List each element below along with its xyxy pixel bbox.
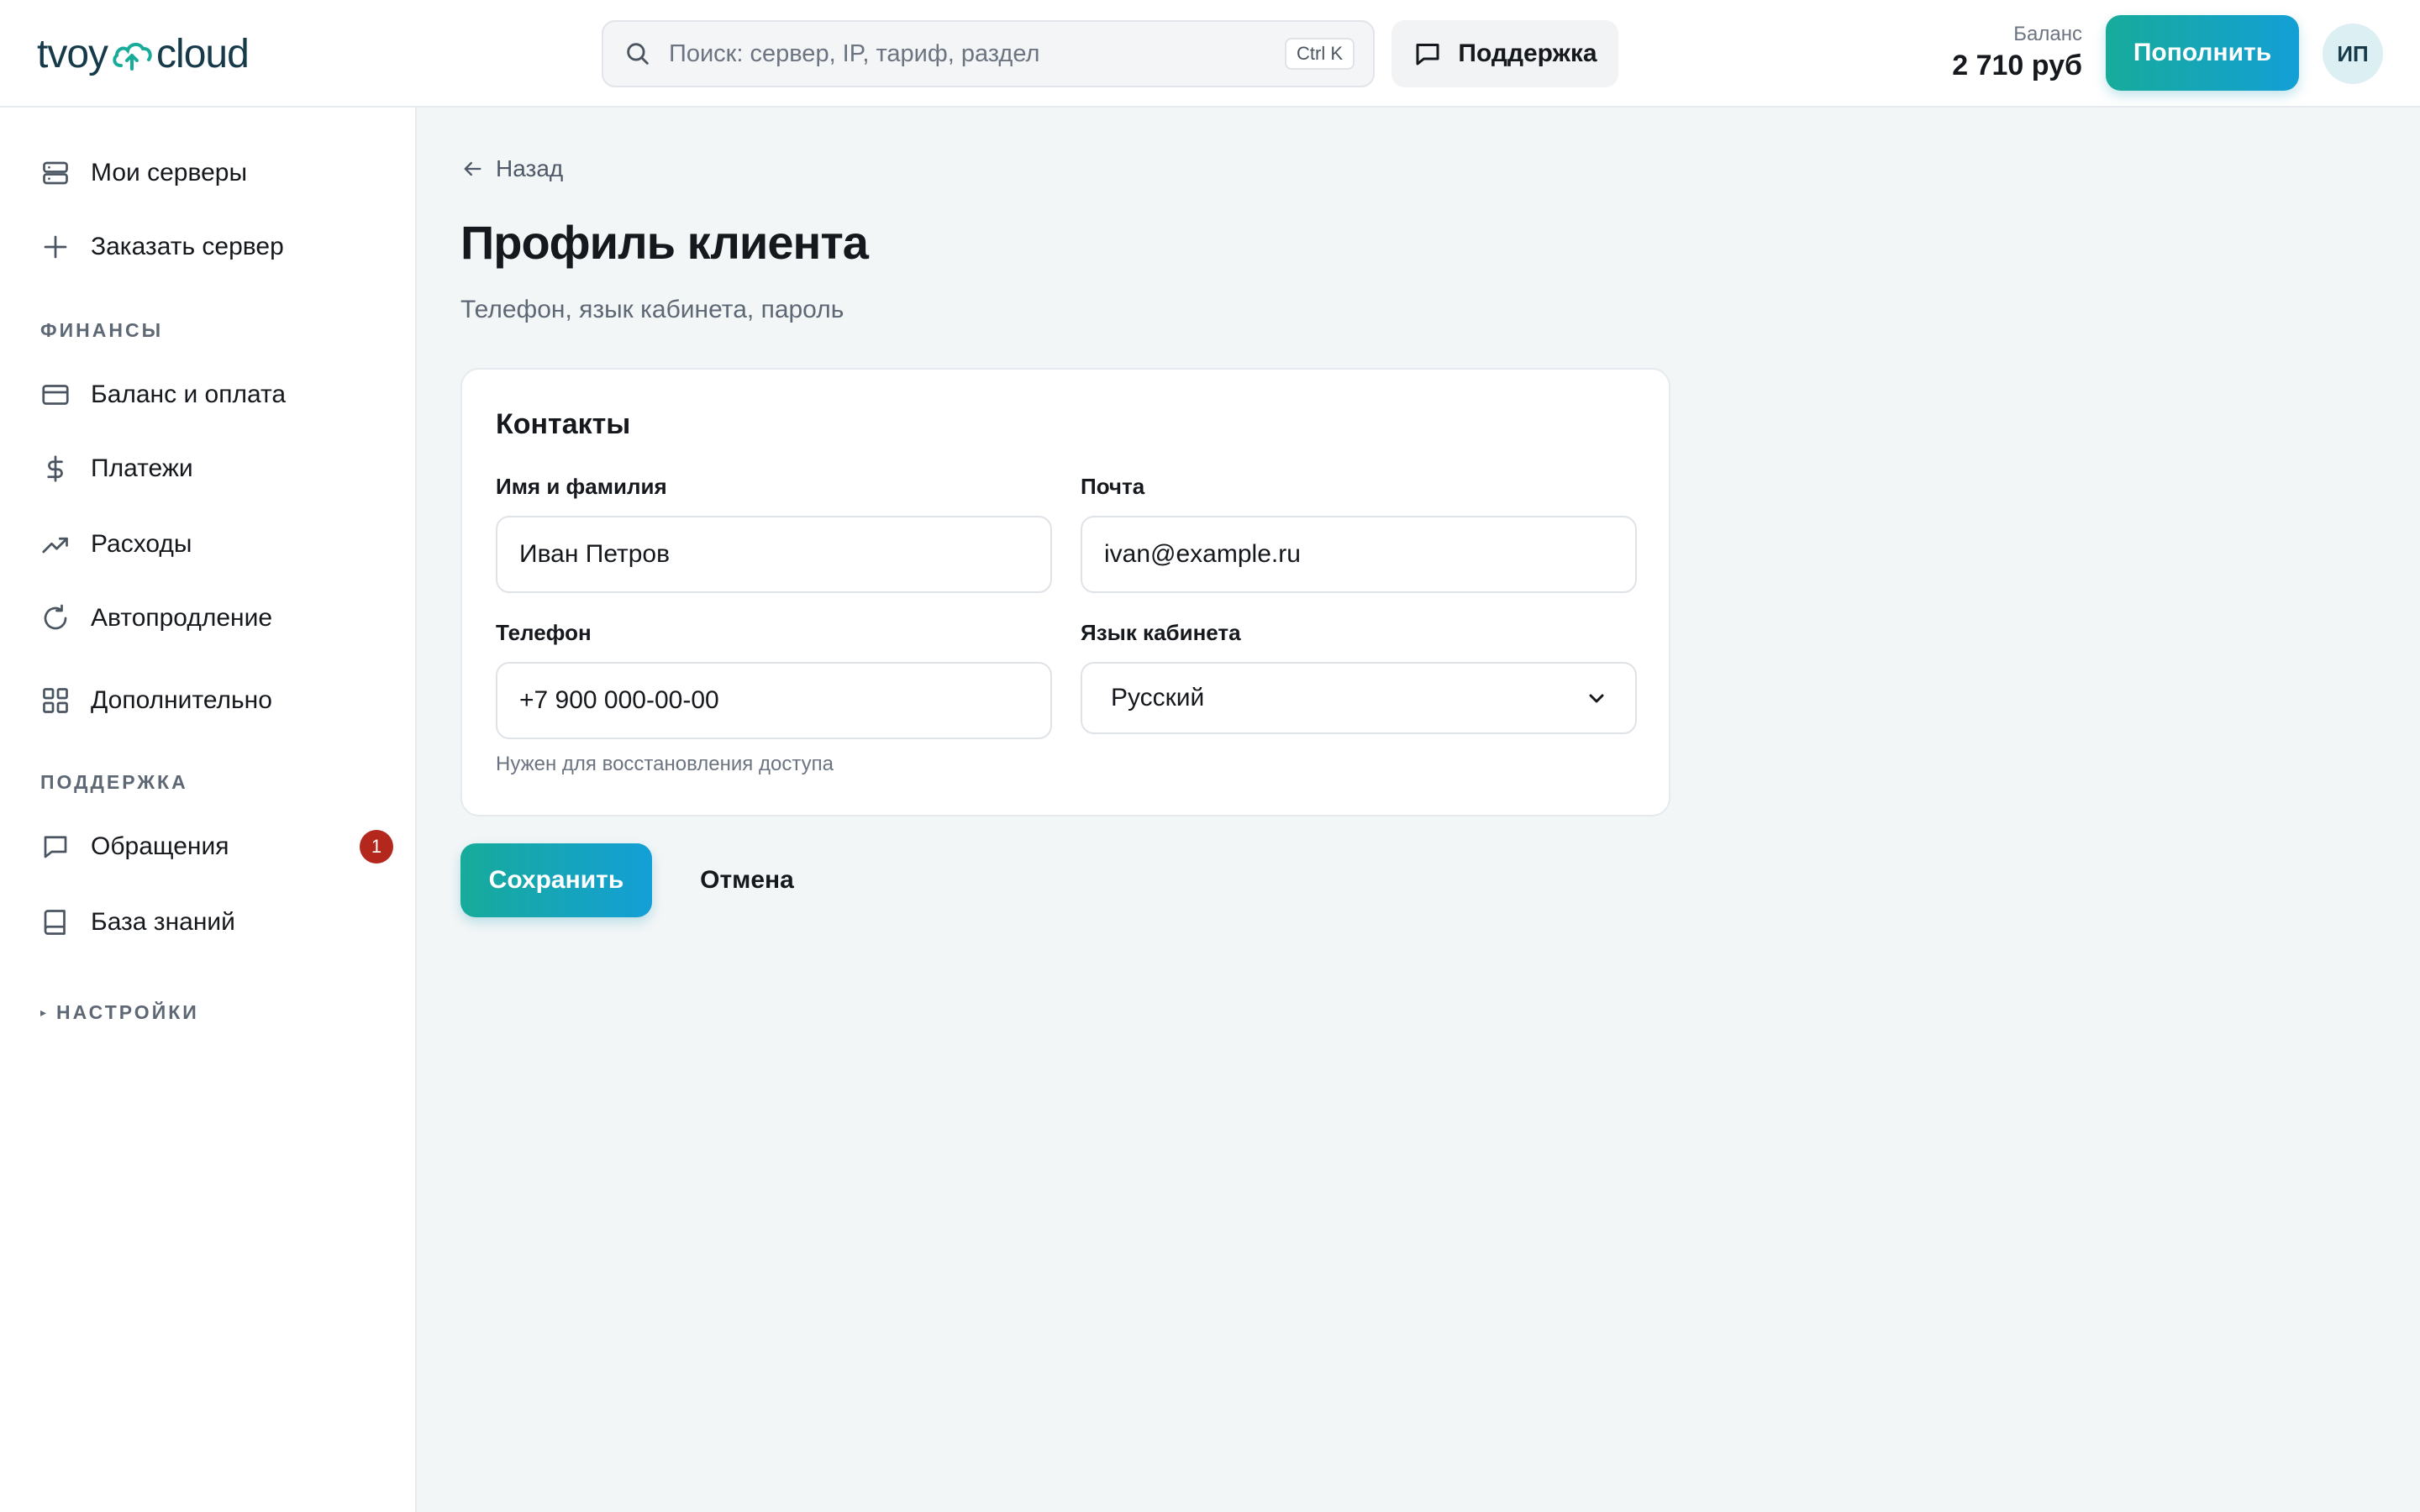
trending-up-icon [42,537,68,554]
language-select[interactable]: Русский [1081,662,1637,734]
sidebar-item-label: Расходы [91,530,192,558]
phone-hint: Нужен для восстановления доступа [496,753,834,775]
page-title: Профиль клиента [460,216,869,269]
back-link[interactable]: Назад [460,151,563,186]
logo[interactable]: tvoy cloud [37,29,250,79]
save-button[interactable]: Сохранить [460,843,652,917]
sidebar-section-support: ПОДДЕРЖКА [40,771,188,793]
sidebar-item-label: Мои серверы [91,159,248,186]
sidebar-item-label: База знаний [91,908,235,936]
grid-icon [43,688,68,713]
sidebar-item-balance[interactable]: Баланс и оплата [40,370,393,420]
sidebar-item-autorenew[interactable]: Автопродление [40,593,393,643]
language-field-label: Язык кабинета [1081,620,1241,645]
sidebar-section-settings-label: НАСТРОЙКИ [56,1001,199,1023]
back-link-label: Назад [496,155,564,181]
sidebar-section-settings[interactable]: ▸ НАСТРОЙКИ [40,1001,199,1024]
unread-badge: 1 [360,830,393,864]
search-box[interactable]: Ctrl K [602,20,1375,87]
page-subtitle: Телефон, язык кабинета, пароль [460,296,844,323]
sidebar-item-payments[interactable]: Платежи [40,444,393,494]
cancel-button[interactable]: Отмена [672,843,822,917]
phone-field[interactable] [496,662,1052,739]
topup-button[interactable]: Пополнить [2106,15,2299,91]
sidebar-item-additional[interactable]: Дополнительно [40,675,393,726]
email-field[interactable] [1081,516,1637,593]
arrow-left-icon [464,161,481,176]
language-select-value: Русский [1111,684,1205,711]
logo-text-left: tvoy [37,31,108,76]
email-field-label: Почта [1081,474,1145,499]
sidebar-item-label: Баланс и оплата [91,381,287,408]
sidebar-item-my-servers[interactable]: Мои серверы [40,148,393,198]
top-header: tvoy cloud Ctrl K Поддержка Баланс 2 710… [0,0,2420,108]
card-title: Контакты [496,408,631,440]
search-input[interactable] [669,39,1285,68]
server-icon [43,161,68,185]
sidebar: Мои серверы Заказать сервер ФИНАНСЫ Бала… [0,108,417,1512]
refresh-icon [44,604,67,630]
sidebar-item-label: Автопродление [91,604,273,632]
search-icon [627,43,649,65]
sidebar-section-finance: ФИНАНСЫ [40,319,164,341]
name-field-label: Имя и фамилия [496,474,667,499]
message-icon [1416,44,1439,66]
plus-icon [44,235,67,259]
sidebar-item-tickets[interactable]: Обращения 1 [40,822,393,872]
avatar[interactable]: ИП [2323,24,2383,84]
message-icon [44,836,67,858]
caret-right-icon: ▸ [40,1005,47,1019]
credit-card-icon [42,385,69,405]
name-field[interactable] [496,516,1052,593]
sidebar-item-label: Заказать сервер [91,233,284,260]
search-shortcut-hint: Ctrl K [1285,38,1355,70]
balance-value: 2 710 руб [1952,50,2082,81]
logo-text-right: cloud [156,31,250,76]
chevron-down-icon [1589,694,1604,703]
sidebar-item-knowledge-base[interactable]: База знаний [40,897,393,948]
sidebar-item-label: Дополнительно [91,686,272,714]
phone-field-label: Телефон [496,620,592,645]
support-button-label: Поддержка [1458,39,1597,67]
contacts-card: Контакты Имя и фамилия Почта Телефон Нуж… [460,368,1670,816]
sidebar-item-label: Платежи [91,454,193,482]
sidebar-item-expenses[interactable]: Расходы [40,519,393,570]
balance-display: Баланс 2 710 руб [1952,22,2082,84]
dollar-icon [47,455,63,482]
cloud-icon [113,43,152,71]
sidebar-item-order-server[interactable]: Заказать сервер [40,222,393,272]
support-button[interactable]: Поддержка [1392,20,1618,87]
sidebar-item-label: Обращения [91,832,229,860]
balance-label: Баланс [2013,23,2082,45]
book-icon [44,910,66,935]
